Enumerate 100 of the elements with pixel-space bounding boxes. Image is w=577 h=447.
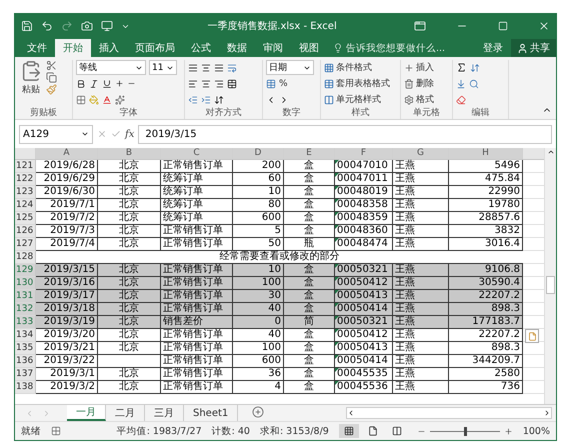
save-icon[interactable]: [21, 20, 33, 32]
table-cell: 王燕: [393, 342, 449, 355]
name-box[interactable]: A129: [19, 124, 93, 144]
italic-icon[interactable]: [89, 78, 99, 88]
find-icon[interactable]: [469, 78, 479, 88]
autosum-icon[interactable]: [456, 62, 467, 73]
paste-button[interactable]: 粘贴: [22, 83, 40, 96]
ribbon-tab[interactable]: 页面布局: [127, 39, 183, 57]
merge-icon[interactable]: [227, 78, 237, 88]
paste-icon[interactable]: [20, 60, 42, 82]
scroll-right-icon[interactable]: [543, 409, 551, 417]
undo-icon[interactable]: [41, 20, 53, 32]
row-header[interactable]: 125: [15, 212, 36, 225]
cells-button[interactable]: 格式: [404, 92, 434, 107]
scroll-left-icon[interactable]: [347, 409, 355, 417]
row-header[interactable]: 129: [15, 264, 36, 277]
close-icon[interactable]: [538, 20, 550, 32]
clear-icon[interactable]: [456, 94, 466, 104]
ribbon-tab[interactable]: 审阅: [255, 39, 291, 57]
table-cell: [98, 355, 161, 368]
table-cell: 00050413: [335, 290, 393, 303]
column-header[interactable]: G: [393, 148, 449, 159]
share-button[interactable]: 共享: [511, 39, 556, 57]
camera-icon[interactable]: [81, 20, 93, 32]
formula-field[interactable]: 2019/3/15: [138, 124, 552, 144]
ribbon-tab[interactable]: 开始: [55, 39, 91, 57]
row-header[interactable]: 130: [15, 277, 36, 290]
sheet-tab[interactable]: 一月: [67, 405, 106, 421]
insert-function-button[interactable]: fx: [125, 128, 134, 140]
maximize-icon[interactable]: [498, 21, 508, 31]
table-cell: 北京: [98, 277, 161, 290]
sort-icon[interactable]: [470, 62, 480, 72]
row-header[interactable]: 136: [15, 355, 36, 368]
fill-icon[interactable]: [456, 78, 466, 88]
zoom-level[interactable]: 100%: [522, 426, 550, 436]
table-cell: 00050321: [335, 316, 393, 329]
column-header[interactable]: C: [161, 148, 233, 159]
table-cell: 盒: [284, 212, 335, 225]
sign-in-link[interactable]: 登录: [475, 39, 511, 57]
row-header[interactable]: 138: [15, 381, 36, 394]
row-header[interactable]: 133: [15, 316, 36, 329]
row-header[interactable]: 121: [15, 160, 36, 173]
font-name-select[interactable]: 等线: [76, 60, 146, 75]
cut-icon[interactable]: [46, 60, 57, 71]
decrease-indent-icon[interactable]: [188, 94, 198, 104]
column-header[interactable]: H: [449, 148, 523, 159]
ribbon-tab[interactable]: 插入: [91, 39, 127, 57]
grow-font-icon[interactable]: [115, 79, 124, 88]
scrollbar-thumb[interactable]: [546, 276, 555, 294]
normal-view-button[interactable]: [338, 424, 359, 438]
fill-color-icon[interactable]: [89, 94, 99, 104]
bold-icon[interactable]: [76, 78, 86, 88]
zoom-in-icon[interactable]: [504, 426, 513, 436]
font-color-icon[interactable]: [102, 94, 112, 104]
style-button[interactable]: 单元格样式: [324, 92, 390, 107]
scroll-up-icon[interactable]: [546, 148, 554, 156]
style-button[interactable]: 条件格式: [324, 60, 390, 75]
row-header[interactable]: 135: [15, 342, 36, 355]
table-cell: 北京: [98, 381, 161, 394]
row-header[interactable]: 123: [15, 186, 36, 199]
lightbulb-icon[interactable]: [333, 43, 343, 53]
align-right-icon[interactable]: [214, 78, 224, 88]
number-format-select[interactable]: 日期: [266, 60, 314, 75]
column-header[interactable]: E: [284, 148, 335, 159]
screen-icon[interactable]: [101, 20, 113, 32]
table-cell: 100: [233, 342, 284, 355]
column-header[interactable]: D: [233, 148, 284, 159]
row-header[interactable]: 126: [15, 225, 36, 238]
zoom-thumb[interactable]: [464, 426, 467, 436]
style-button[interactable]: 套用表格格式: [324, 76, 390, 91]
row-header[interactable]: 134: [15, 329, 36, 342]
tell-me-field[interactable]: 告诉我您想要做什么...: [346, 42, 446, 54]
align-left-icon[interactable]: [188, 78, 198, 88]
row-header[interactable]: 128: [15, 251, 36, 264]
column-header[interactable]: B: [98, 148, 161, 159]
cells-button[interactable]: 插入: [404, 60, 434, 75]
row-header[interactable]: 124: [15, 199, 36, 212]
row-header[interactable]: 137: [15, 368, 36, 381]
new-sheet-icon[interactable]: [252, 406, 264, 418]
ribbon-tab[interactable]: 视图: [291, 39, 327, 57]
percent-button[interactable]: %: [279, 78, 288, 88]
row-header[interactable]: 132: [15, 303, 36, 316]
wrap-text-icon[interactable]: [227, 62, 237, 72]
font-size-select[interactable]: 11: [149, 60, 177, 75]
table-cell: 10: [233, 186, 284, 199]
underline-icon[interactable]: [102, 78, 112, 88]
ribbon-tab[interactable]: 公式: [183, 39, 219, 57]
borders-icon[interactable]: [76, 94, 86, 104]
ribbon-tab[interactable]: 文件: [19, 39, 55, 57]
row-header[interactable]: 131: [15, 290, 36, 303]
ribbon-display-icon[interactable]: [414, 20, 426, 32]
align-center-icon[interactable]: [201, 78, 211, 88]
ribbon-tab[interactable]: 数据: [219, 39, 255, 57]
copy-icon[interactable]: [46, 72, 57, 83]
row-header[interactable]: 122: [15, 173, 36, 186]
column-header[interactable]: F: [335, 148, 393, 159]
column-header[interactable]: A: [36, 148, 98, 159]
row-header[interactable]: 127: [15, 238, 36, 251]
cells-button[interactable]: 删除: [404, 76, 434, 91]
quick-analysis-icon[interactable]: [525, 329, 539, 343]
